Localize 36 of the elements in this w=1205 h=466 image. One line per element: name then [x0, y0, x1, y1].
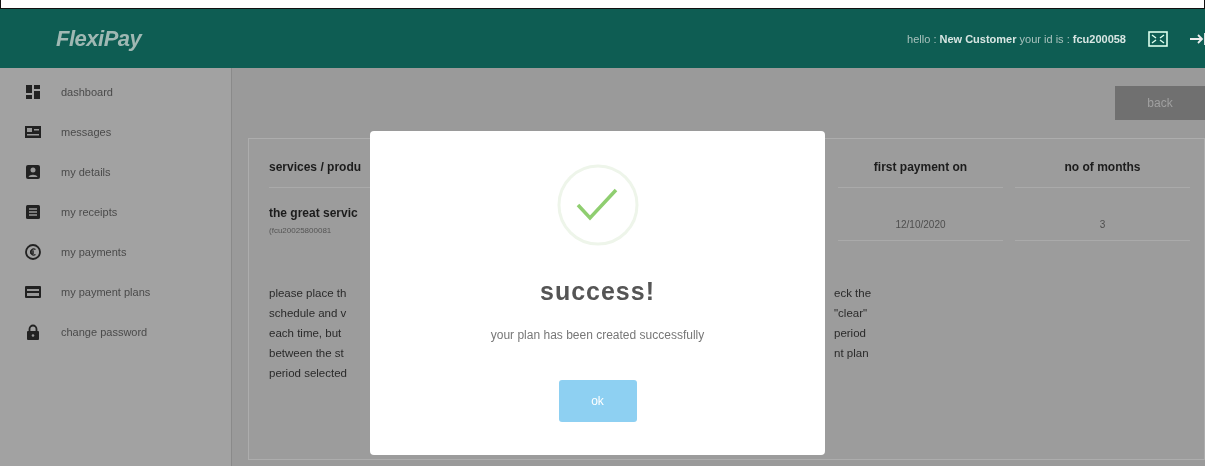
sidebar-item[interactable]: my details	[0, 162, 231, 182]
sidebar-item[interactable]: dashboard	[0, 82, 231, 102]
lock-icon	[25, 324, 41, 340]
column-header: no of months	[1015, 147, 1190, 188]
dialog-title: success!	[540, 277, 655, 306]
logo: FlexiPay	[56, 25, 142, 52]
dialog-message: your plan has been created successfully	[490, 328, 705, 342]
grid-icon	[25, 84, 41, 100]
notice-text: please place th	[269, 286, 348, 301]
sidebar-item[interactable]: my receipts	[0, 202, 231, 222]
date-field[interactable]: 12/10/2020	[838, 208, 1003, 241]
sidebar-item[interactable]: my payments	[0, 242, 231, 262]
column-header: first payment on	[838, 147, 1003, 188]
id-card-icon	[25, 124, 41, 140]
checkmark-icon	[555, 163, 640, 247]
credit-card-icon	[25, 284, 41, 300]
sidebar-item[interactable]: messages	[0, 122, 231, 142]
notice-text: each time, but	[269, 326, 343, 341]
notice-text: between the st	[269, 346, 345, 361]
euro-icon	[25, 244, 41, 260]
fullscreen-icon[interactable]	[1148, 30, 1168, 47]
document-icon	[25, 204, 41, 220]
notice-text: eck the	[834, 286, 873, 301]
service-id: (fcu20025800081	[269, 226, 333, 235]
notice-text: "clear"	[834, 306, 869, 321]
sidebar-item[interactable]: change password	[0, 322, 231, 342]
greeting-text: hello : New Customer your id is : fcu200058	[907, 32, 1126, 45]
notice-text: period selected	[269, 366, 348, 381]
logout-icon[interactable]	[1190, 31, 1205, 46]
notice-text: period	[834, 326, 867, 341]
months-field[interactable]: 3	[1015, 208, 1190, 241]
sidebar-item[interactable]: my payment plans	[0, 282, 231, 302]
service-name: the great servic	[269, 206, 359, 220]
notice-text: schedule and v	[269, 306, 348, 321]
person-icon	[25, 164, 41, 180]
notice-text: nt plan	[834, 346, 870, 361]
